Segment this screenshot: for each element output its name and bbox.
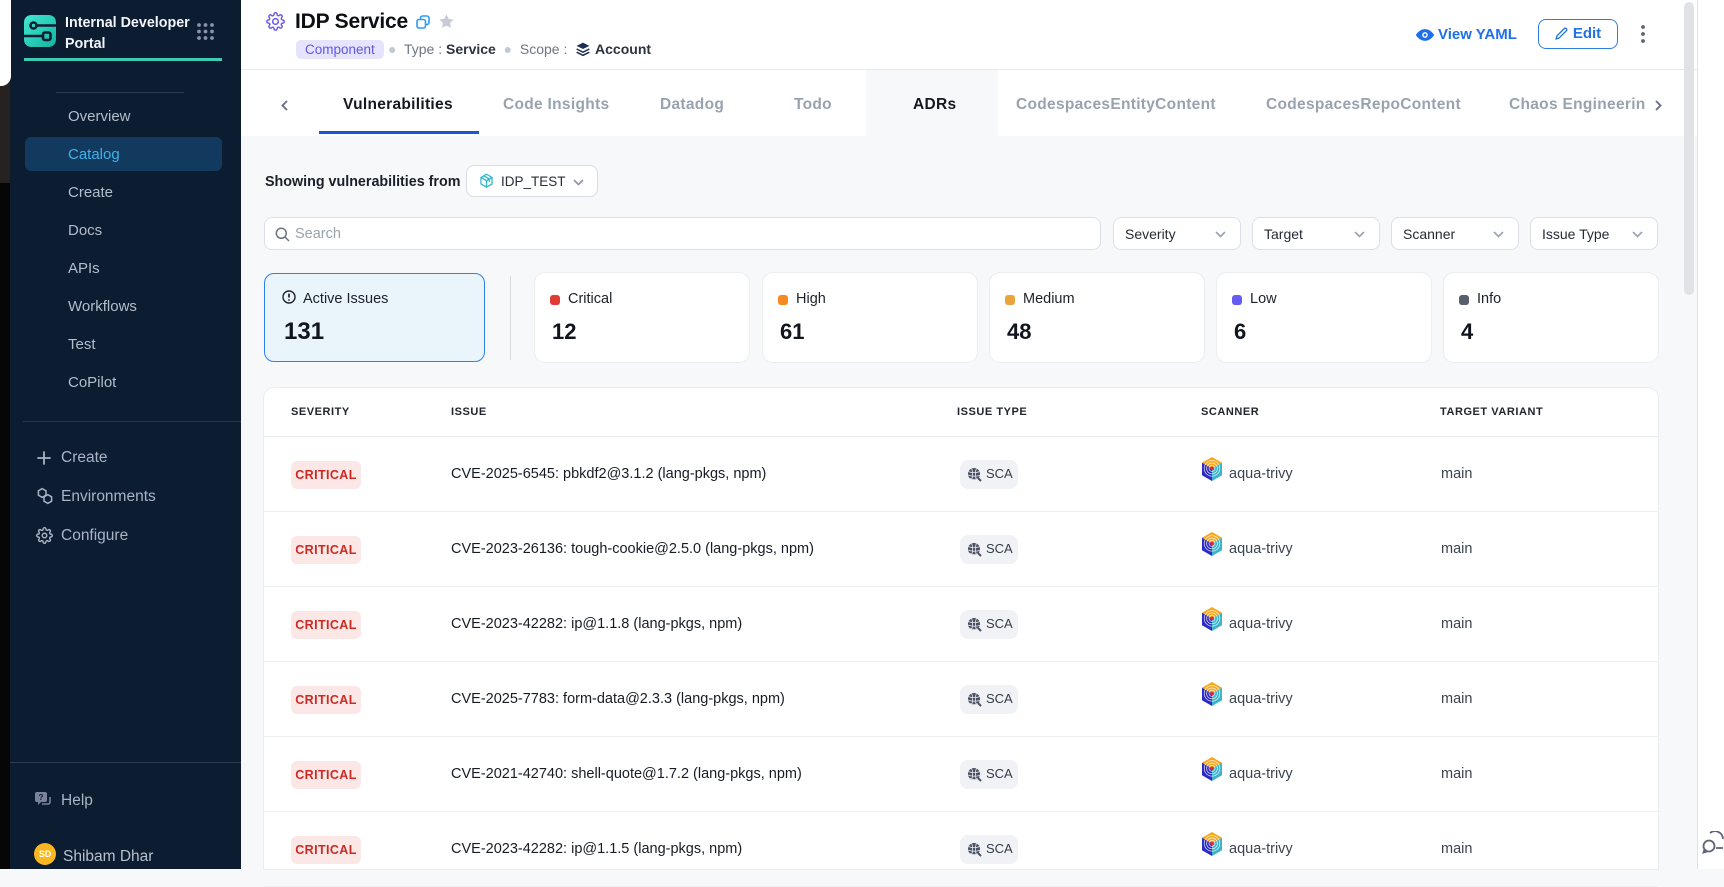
svg-text:?: ? — [39, 793, 44, 802]
